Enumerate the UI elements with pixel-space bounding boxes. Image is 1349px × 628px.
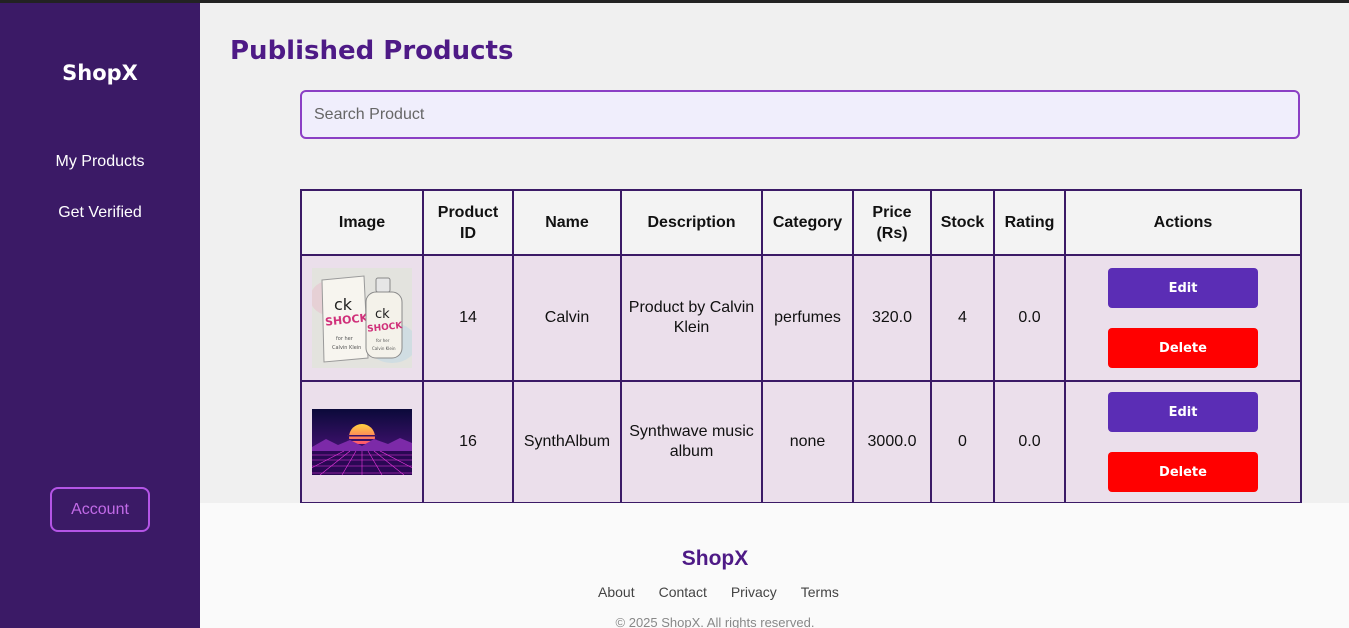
table-row: 16 SynthAlbum Synthwave music album none… <box>300 380 1302 504</box>
column-header-name: Name <box>512 189 622 256</box>
column-header-rating: Rating <box>993 189 1066 256</box>
category-cell: perfumes <box>761 254 854 382</box>
sidebar: ShopX My Products Get Verified Account <box>0 3 200 628</box>
price-cell: 320.0 <box>852 254 932 382</box>
table-row: ck SHOCK for her Calvin Klein ck SHOCK f… <box>300 254 1302 382</box>
svg-text:Calvin Klein: Calvin Klein <box>372 346 396 351</box>
sidebar-item-my-products[interactable]: My Products <box>0 153 200 171</box>
rating-cell: 0.0 <box>993 380 1066 504</box>
footer-link-contact[interactable]: Contact <box>659 584 707 600</box>
copyright-text: © 2025 ShopX. All rights reserved. <box>615 615 815 628</box>
account-button[interactable]: Account <box>50 487 150 532</box>
column-header-image: Image <box>300 189 424 256</box>
rating-cell: 0.0 <box>993 254 1066 382</box>
perfume-box-image: ck SHOCK for her Calvin Klein ck SHOCK f… <box>312 268 412 368</box>
product-id-cell: 14 <box>422 254 514 382</box>
stock-cell: 0 <box>930 380 995 504</box>
edit-button[interactable]: Edit <box>1108 392 1258 432</box>
svg-text:ck: ck <box>375 307 390 322</box>
footer-link-about[interactable]: About <box>598 584 635 600</box>
footer-brand: ShopX <box>681 547 749 570</box>
name-cell: SynthAlbum <box>512 380 622 504</box>
footer-links: About Contact Privacy Terms <box>598 584 839 600</box>
column-header-description: Description <box>620 189 763 256</box>
column-header-actions: Actions <box>1064 189 1302 256</box>
delete-button[interactable]: Delete <box>1108 452 1258 492</box>
description-cell: Synthwave music album <box>620 380 763 504</box>
stock-cell: 4 <box>930 254 995 382</box>
synthwave-sunset-image <box>312 409 412 475</box>
window-top-border <box>0 0 1349 3</box>
description-cell: Product by Calvin Klein <box>620 254 763 382</box>
delete-button[interactable]: Delete <box>1108 328 1258 368</box>
product-id-cell: 16 <box>422 380 514 504</box>
image-cell: ck SHOCK for her Calvin Klein ck SHOCK f… <box>300 254 424 382</box>
actions-cell: Edit Delete <box>1064 254 1302 382</box>
edit-button[interactable]: Edit <box>1108 268 1258 308</box>
column-header-price: Price (Rs) <box>852 189 932 256</box>
table-header-row: Image Product ID Name Description Catego… <box>300 189 1302 256</box>
column-header-stock: Stock <box>930 189 995 256</box>
svg-text:Calvin Klein: Calvin Klein <box>332 345 361 351</box>
search-input[interactable] <box>300 90 1300 139</box>
sidebar-item-get-verified[interactable]: Get Verified <box>0 204 200 222</box>
svg-text:ck: ck <box>334 295 353 314</box>
column-header-category: Category <box>761 189 854 256</box>
name-cell: Calvin <box>512 254 622 382</box>
sidebar-brand[interactable]: ShopX <box>0 61 200 85</box>
svg-text:for her: for her <box>336 336 354 342</box>
image-cell <box>300 380 424 504</box>
footer-link-privacy[interactable]: Privacy <box>731 584 777 600</box>
actions-cell: Edit Delete <box>1064 380 1302 504</box>
column-header-product-id: Product ID <box>422 189 514 256</box>
footer-link-terms[interactable]: Terms <box>801 584 839 600</box>
footer: ShopX About Contact Privacy Terms © 2025… <box>200 503 1349 628</box>
svg-text:for her: for her <box>376 338 390 343</box>
price-cell: 3000.0 <box>852 380 932 504</box>
products-table: Image Product ID Name Description Catego… <box>300 189 1302 504</box>
category-cell: none <box>761 380 854 504</box>
page-title: Published Products <box>230 36 514 66</box>
